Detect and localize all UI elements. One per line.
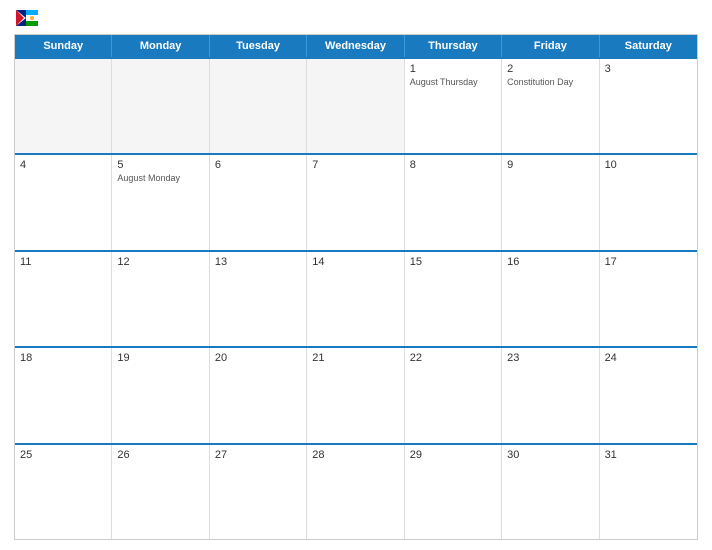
cal-day-cell: 24 — [600, 348, 697, 442]
cal-day-cell: 29 — [405, 445, 502, 539]
cal-day-cell: 9 — [502, 155, 599, 249]
cal-day-cell: 21 — [307, 348, 404, 442]
calendar-week-2: 45 August Monday 6789 10 — [15, 153, 697, 249]
cal-day-cell: 12 — [112, 252, 209, 346]
calendar-body: 1 August Thursday 2 Constitution Day 3 45 Augu… — [15, 57, 697, 539]
day-number: 1 — [410, 63, 496, 75]
cal-day-cell — [15, 59, 112, 153]
page: SundayMondayTuesdayWednesdayThursdayFrid… — [0, 0, 712, 550]
calendar-week-1: 1 August Thursday 2 Constitution Day 3 — [15, 57, 697, 153]
calendar-week-3: 11 12 13 14 15 16 17 — [15, 250, 697, 346]
day-number: 22 — [410, 352, 496, 364]
day-number: 24 — [605, 352, 692, 364]
cal-day-cell — [112, 59, 209, 153]
day-number: 4 — [20, 159, 106, 171]
cal-day-cell: 27 — [210, 445, 307, 539]
day-number: 7 — [312, 159, 398, 171]
day-number: 19 — [117, 352, 203, 364]
day-number: 18 — [20, 352, 106, 364]
weekday-header-thursday: Thursday — [405, 35, 502, 57]
cal-day-cell: 20 — [210, 348, 307, 442]
cal-day-cell: 10 — [600, 155, 697, 249]
calendar-header — [14, 10, 698, 26]
day-number: 21 — [312, 352, 398, 364]
weekday-header-sunday: Sunday — [15, 35, 112, 57]
day-number: 15 — [410, 256, 496, 268]
day-event: Constitution Day — [507, 77, 593, 89]
logo — [14, 10, 38, 26]
cal-day-cell: 17 — [600, 252, 697, 346]
weekday-header-saturday: Saturday — [600, 35, 697, 57]
day-number: 10 — [605, 159, 692, 171]
cal-day-cell: 19 — [112, 348, 209, 442]
day-number: 17 — [605, 256, 692, 268]
cal-day-cell: 1 August Thursday — [405, 59, 502, 153]
weekday-header-tuesday: Tuesday — [210, 35, 307, 57]
calendar-week-5: 25 26 27 28 29 30 31 — [15, 443, 697, 539]
cal-day-cell — [307, 59, 404, 153]
cal-day-cell: 14 — [307, 252, 404, 346]
cal-day-cell — [210, 59, 307, 153]
day-number: 31 — [605, 449, 692, 461]
day-number: 27 — [215, 449, 301, 461]
cal-day-cell: 15 — [405, 252, 502, 346]
day-number: 26 — [117, 449, 203, 461]
weekday-header-monday: Monday — [112, 35, 209, 57]
calendar-weekday-header: SundayMondayTuesdayWednesdayThursdayFrid… — [15, 35, 697, 57]
day-number: 11 — [20, 256, 106, 268]
cal-day-cell: 13 — [210, 252, 307, 346]
cal-day-cell: 4 — [15, 155, 112, 249]
cal-day-cell: 7 — [307, 155, 404, 249]
day-number: 3 — [605, 63, 692, 75]
cal-day-cell: 11 — [15, 252, 112, 346]
day-number: 2 — [507, 63, 593, 75]
cal-day-cell: 2 Constitution Day — [502, 59, 599, 153]
cal-day-cell: 28 — [307, 445, 404, 539]
cal-day-cell: 6 — [210, 155, 307, 249]
cal-day-cell: 23 — [502, 348, 599, 442]
logo-flag-icon — [16, 10, 38, 26]
day-event: August Thursday — [410, 77, 496, 89]
cal-day-cell: 3 — [600, 59, 697, 153]
day-number: 6 — [215, 159, 301, 171]
day-number: 29 — [410, 449, 496, 461]
cal-day-cell: 25 — [15, 445, 112, 539]
calendar: SundayMondayTuesdayWednesdayThursdayFrid… — [14, 34, 698, 540]
cal-day-cell: 31 — [600, 445, 697, 539]
day-number: 20 — [215, 352, 301, 364]
cal-day-cell: 18 — [15, 348, 112, 442]
cal-day-cell: 8 — [405, 155, 502, 249]
cal-day-cell: 30 — [502, 445, 599, 539]
day-number: 12 — [117, 256, 203, 268]
day-number: 13 — [215, 256, 301, 268]
weekday-header-wednesday: Wednesday — [307, 35, 404, 57]
day-number: 14 — [312, 256, 398, 268]
cal-day-cell: 26 — [112, 445, 209, 539]
day-number: 5 — [117, 159, 203, 171]
day-number: 8 — [410, 159, 496, 171]
day-number: 28 — [312, 449, 398, 461]
calendar-week-4: 18 19 20 21 22 23 24 — [15, 346, 697, 442]
cal-day-cell: 5 August Monday — [112, 155, 209, 249]
day-number: 16 — [507, 256, 593, 268]
cal-day-cell: 16 — [502, 252, 599, 346]
day-number: 9 — [507, 159, 593, 171]
day-number: 23 — [507, 352, 593, 364]
day-number: 25 — [20, 449, 106, 461]
day-number: 30 — [507, 449, 593, 461]
weekday-header-friday: Friday — [502, 35, 599, 57]
cal-day-cell: 22 — [405, 348, 502, 442]
day-event: August Monday — [117, 173, 203, 185]
